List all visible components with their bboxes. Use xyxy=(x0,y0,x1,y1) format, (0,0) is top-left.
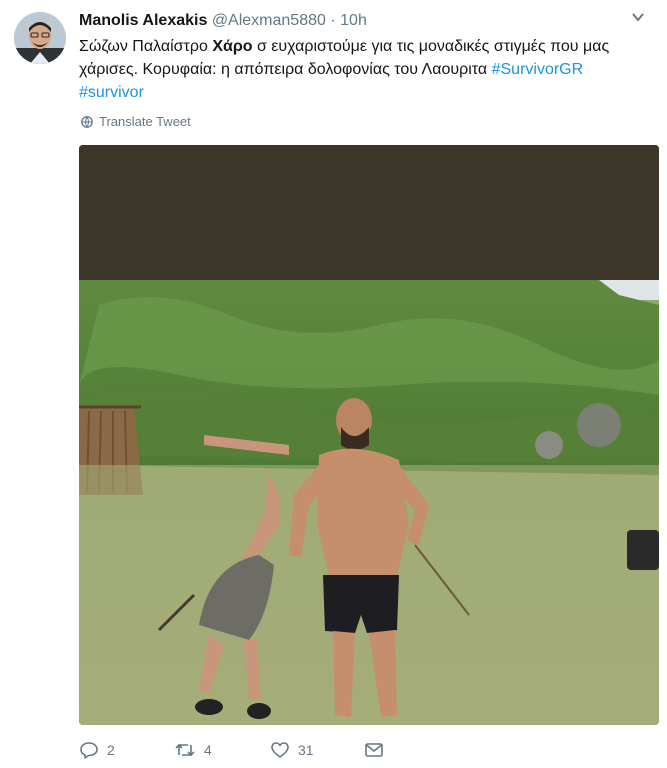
tweet-actions: 2 4 31 xyxy=(79,738,384,762)
hashtag-link[interactable]: #survivor xyxy=(79,84,144,101)
retweet-button[interactable]: 4 xyxy=(174,740,270,760)
like-count: 31 xyxy=(298,742,314,758)
author-name[interactable]: Manolis Alexakis xyxy=(79,12,207,29)
tweet-text: Σώζων Παλαίστρο Χάρο σ ευχαριστούμε για … xyxy=(79,35,639,104)
hashtag-link[interactable]: #SurvivorGR xyxy=(492,61,584,78)
avatar[interactable] xyxy=(14,12,66,64)
tweet-media[interactable] xyxy=(79,145,659,725)
reply-count: 2 xyxy=(107,742,115,758)
retweet-count: 4 xyxy=(204,742,212,758)
avatar-image xyxy=(14,12,66,64)
retweet-icon xyxy=(175,743,195,757)
globe-icon xyxy=(81,115,93,128)
media-image xyxy=(79,145,659,725)
direct-message-button[interactable] xyxy=(364,741,384,759)
envelope-icon xyxy=(365,743,383,757)
chevron-down-icon[interactable] xyxy=(631,10,645,27)
author-handle[interactable]: @Alexman5880 xyxy=(212,12,326,29)
heart-icon xyxy=(271,742,289,758)
tweet-text-part: Σώζων Παλαίστρο xyxy=(79,38,213,55)
tweet-timestamp[interactable]: 10h xyxy=(340,12,367,29)
translate-tweet-link[interactable]: Translate Tweet xyxy=(81,114,191,129)
tweet-header: Manolis Alexakis @Alexman5880 · 10h xyxy=(79,10,367,32)
reply-button[interactable]: 2 xyxy=(79,740,174,760)
tweet-text-bold: Χάρο xyxy=(212,38,253,55)
reply-icon xyxy=(80,742,98,759)
header-separator: · xyxy=(330,12,336,29)
like-button[interactable]: 31 xyxy=(270,740,364,760)
translate-label: Translate Tweet xyxy=(99,114,191,129)
